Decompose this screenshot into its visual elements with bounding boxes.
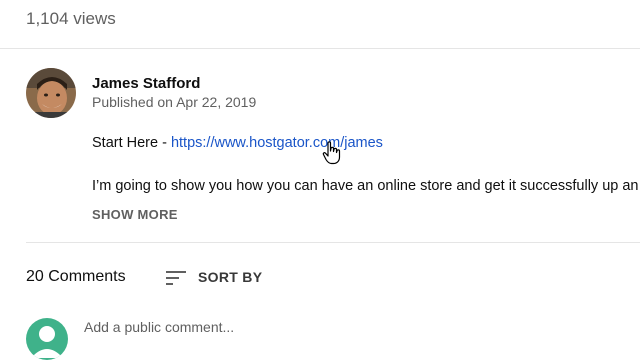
comments-count: 20 Comments [26,268,126,285]
user-avatar-icon [26,318,68,360]
channel-name[interactable]: James Stafford [92,75,200,92]
sort-icon[interactable] [166,270,186,286]
publish-date: Published on Apr 22, 2019 [92,94,257,110]
view-count: 1,104 views [26,9,116,28]
show-more-button[interactable]: SHOW MORE [92,207,178,222]
sort-by-button[interactable]: SORT BY [198,269,262,285]
channel-avatar[interactable] [26,68,76,118]
divider [26,242,640,243]
description-prefix: Start Here - [92,135,171,151]
description-link[interactable]: https://www.hostgator.com/james [171,135,383,151]
divider [0,48,640,49]
comment-input[interactable]: Add a public comment... [84,319,234,335]
video-page: 1,104 views James Stafford Published on … [0,0,640,360]
hand-cursor-icon [322,141,342,165]
description-line-2: I’m going to show you how you can have a… [92,178,639,194]
